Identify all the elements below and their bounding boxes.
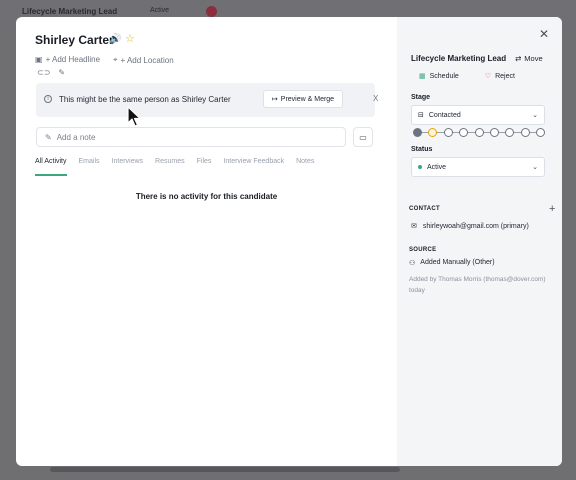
stage-select[interactable]: ⊟ Contacted ⌄ (411, 105, 545, 125)
add-contact-icon[interactable]: + (549, 203, 555, 215)
pencil-icon[interactable]: ✎ (58, 68, 65, 77)
background-job-title: Lifecycle Marketing Lead (22, 7, 118, 16)
status-select[interactable]: Active ⌄ (411, 157, 545, 177)
add-location-label: + Add Location (120, 55, 174, 65)
add-headline-button[interactable]: ▣ + Add Headline (35, 55, 100, 64)
stage-step (459, 128, 469, 137)
candidate-modal: Shirley Carter 🔊 ☆ ▣ + Add Headline ⌖ + … (16, 17, 562, 466)
location-pin-icon: ⌖ (113, 55, 118, 64)
calendar-icon: ▦ (419, 73, 426, 80)
dismiss-banner-button[interactable]: X (373, 94, 378, 103)
merge-icon: ↦ (271, 96, 278, 103)
sidebar-job-title: Lifecycle Marketing Lead (411, 54, 507, 63)
sidebar-actions: ▦ Schedule ♡ Reject (419, 72, 515, 81)
stage-value: Contacted (428, 111, 461, 119)
star-icon[interactable]: ☆ (125, 32, 135, 45)
stage-step (428, 128, 438, 137)
thumbs-down-icon: ♡ (484, 73, 492, 80)
close-icon[interactable]: ✕ (539, 27, 549, 41)
stage-label: Stage (411, 94, 431, 101)
status-value: Active (427, 163, 447, 171)
tab-notes[interactable]: Notes (296, 158, 314, 176)
preview-merge-label: Preview & Merge (280, 95, 335, 103)
tab-resumes[interactable]: Resumes (155, 158, 185, 176)
background-avatar (206, 6, 217, 17)
tab-all-activity[interactable]: All Activity (35, 158, 67, 176)
stage-step (505, 128, 515, 137)
candidate-sidebar: Lifecycle Marketing Lead ⇄ Move ▦ Schedu… (397, 17, 562, 466)
stage-step (443, 128, 453, 137)
add-headline-label: + Add Headline (45, 55, 101, 64)
pencil-icon: ✎ (45, 132, 52, 142)
contact-email[interactable]: ✉ shirleywoah@gmail.com (primary) (411, 222, 529, 231)
tab-files[interactable]: Files (197, 158, 212, 176)
added-by-text: Added by Thomas Morris (thomas@dover.com… (409, 276, 546, 294)
schedule-button[interactable]: ▦ Schedule (419, 72, 459, 81)
duplicate-banner: i This might be the same person as Shirl… (36, 83, 378, 117)
stage-step (536, 128, 545, 137)
stage-step (474, 128, 484, 137)
info-icon: i (44, 95, 52, 103)
add-location-button[interactable]: ⌖ + Add Location (113, 55, 174, 65)
tab-emails[interactable]: Emails (79, 158, 100, 176)
contact-heading: CONTACT (409, 206, 440, 212)
move-label: Move (524, 54, 543, 63)
schedule-label: Schedule (429, 72, 459, 80)
duplicate-message: This might be the same person as Shirley… (59, 95, 231, 104)
note-placeholder: Add a note (56, 132, 96, 142)
background-status: Active (150, 7, 170, 14)
contact-email-value: shirleywoah@gmail.com (primary) (422, 222, 529, 230)
source-value: Added Manually (Other) (420, 259, 495, 266)
send-icon: ▭ (359, 132, 367, 142)
link-icon[interactable]: ⊂⊃ (37, 68, 50, 77)
user-add-icon: ⚇ (409, 260, 416, 267)
status-dot-icon (418, 165, 422, 169)
reject-button[interactable]: ♡ Reject (484, 72, 515, 81)
reject-label: Reject (495, 72, 515, 80)
note-send-button[interactable]: ▭ (353, 127, 373, 147)
tab-interviews[interactable]: Interviews (112, 158, 144, 176)
preview-merge-button[interactable]: ↦ Preview & Merge (263, 90, 343, 108)
candidate-main-panel: Shirley Carter 🔊 ☆ ▣ + Add Headline ⌖ + … (16, 17, 397, 466)
activity-tabs: All Activity Emails Interviews Resumes F… (35, 158, 326, 176)
empty-activity-message: There is no activity for this candidate (135, 192, 278, 201)
chevron-down-icon: ⌄ (532, 112, 538, 119)
source-value-row: ⚇ Added Manually (Other) (409, 259, 495, 267)
profile-link-icons: ⊂⊃ ✎ (37, 68, 65, 77)
swap-arrows-icon: ⇄ (515, 54, 522, 63)
stage-step (520, 128, 530, 137)
stage-stepper (413, 128, 545, 138)
background-scrollbar (50, 467, 400, 472)
move-button[interactable]: ⇄ Move (515, 54, 543, 63)
speaker-icon[interactable]: 🔊 (109, 34, 121, 45)
stage-icon: ⊟ (418, 112, 424, 119)
mouse-cursor-icon (127, 106, 141, 127)
badge-icon: ▣ (35, 55, 43, 64)
chevron-down-icon: ⌄ (532, 164, 538, 171)
tab-interview-feedback[interactable]: Interview Feedback (223, 158, 284, 176)
candidate-name: Shirley Carter (35, 33, 114, 47)
mail-icon: ✉ (411, 223, 417, 230)
stage-step (413, 128, 422, 137)
stage-step (489, 128, 499, 137)
source-heading: SOURCE (409, 247, 437, 253)
status-label: Status (411, 146, 433, 153)
note-input[interactable]: ✎ Add a note (36, 127, 346, 147)
